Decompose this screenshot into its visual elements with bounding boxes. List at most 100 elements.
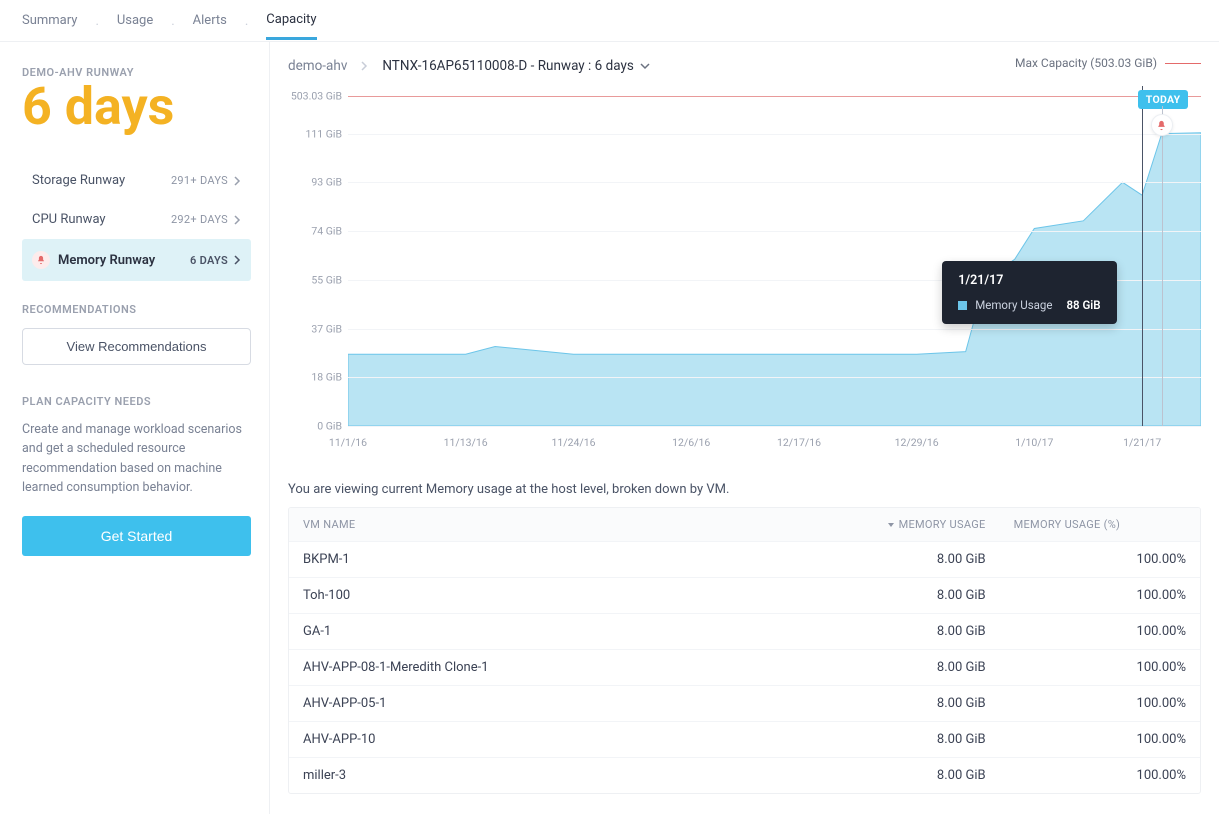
- view-recommendations-button[interactable]: View Recommendations: [22, 328, 251, 365]
- runway-label: CPU Runway: [32, 212, 106, 227]
- main-content: demo-ahv NTNX-16AP65110008-D - Runway : …: [270, 42, 1219, 814]
- plan-description: Create and manage workload scenarios and…: [22, 420, 251, 498]
- cell-vm-name: Toh-100: [289, 578, 799, 613]
- cell-memory-usage: 8.00 GiB: [799, 650, 999, 685]
- get-started-button[interactable]: Get Started: [22, 516, 251, 556]
- y-tick: 74 GiB: [311, 225, 342, 238]
- table-row[interactable]: miller-38.00 GiB100.00%: [289, 757, 1200, 793]
- gridline: [348, 231, 1201, 232]
- x-tick: 1/21/17: [1123, 436, 1161, 449]
- cell-memory-usage: 8.00 GiB: [799, 722, 999, 757]
- gridline: [348, 134, 1201, 135]
- chart-hover-line: [1142, 86, 1143, 426]
- tooltip-date: 1/21/17: [958, 273, 1100, 288]
- max-capacity-gridline: [348, 96, 1201, 97]
- max-capacity-label: Max Capacity (503.03 GiB): [1015, 56, 1201, 70]
- runway-row-cpu[interactable]: CPU Runway 292+ DAYS: [22, 200, 251, 239]
- memory-usage-chart: 503.03 GiB111 GiB93 GiB74 GiB55 GiB37 Gi…: [288, 86, 1201, 456]
- tab-usage[interactable]: Usage: [117, 13, 153, 38]
- runway-value: 6 DAYS: [190, 254, 228, 267]
- x-tick: 11/13/16: [444, 436, 488, 449]
- breadcrumb-cluster[interactable]: demo-ahv: [288, 58, 347, 74]
- chart-y-axis: 503.03 GiB111 GiB93 GiB74 GiB55 GiB37 Gi…: [288, 86, 348, 426]
- chart-plot[interactable]: 1/21/17 Memory Usage 88 GiB TODAY: [348, 86, 1201, 426]
- tooltip-series-label: Memory Usage: [975, 298, 1052, 312]
- vm-usage-table: VM NAME MEMORY USAGE MEMORY USAGE (%) BK…: [288, 507, 1201, 794]
- cell-memory-pct: 100.00%: [1000, 758, 1200, 793]
- breadcrumb-node-label: NTNX-16AP65110008-D - Runway : 6 days: [382, 58, 633, 74]
- table-row[interactable]: AHV-APP-08-1-Meredith Clone-18.00 GiB100…: [289, 649, 1200, 685]
- alert-bell-icon: [1151, 114, 1173, 136]
- cell-memory-usage: 8.00 GiB: [799, 578, 999, 613]
- cell-memory-pct: 100.00%: [1000, 614, 1200, 649]
- table-row[interactable]: BKPM-18.00 GiB100.00%: [289, 541, 1200, 577]
- chevron-right-icon: [234, 255, 241, 265]
- chevron-down-icon: [640, 63, 650, 70]
- cell-vm-name: AHV-APP-10: [289, 722, 799, 757]
- x-tick: 11/24/16: [551, 436, 595, 449]
- chart-tooltip: 1/21/17 Memory Usage 88 GiB: [942, 261, 1116, 324]
- y-tick: 0 GiB: [317, 420, 342, 433]
- chart-subtext: You are viewing current Memory usage at …: [288, 482, 1201, 497]
- tab-capacity[interactable]: Capacity: [266, 12, 316, 40]
- breadcrumb-node-dropdown[interactable]: NTNX-16AP65110008-D - Runway : 6 days: [382, 58, 649, 74]
- x-tick: 12/6/16: [672, 436, 710, 449]
- recommendations-heading: RECOMMENDATIONS: [22, 303, 251, 316]
- cell-vm-name: BKPM-1: [289, 542, 799, 577]
- cell-vm-name: AHV-APP-08-1-Meredith Clone-1: [289, 650, 799, 685]
- chevron-right-icon: [234, 215, 241, 225]
- today-line: [1162, 106, 1163, 426]
- runway-list: Storage Runway 291+ DAYS CPU Runway 292+…: [22, 161, 251, 281]
- max-capacity-line-icon: [1165, 63, 1201, 64]
- tab-summary[interactable]: Summary: [22, 13, 77, 38]
- runway-value: 291+ DAYS: [171, 174, 228, 187]
- th-memory-usage-pct[interactable]: MEMORY USAGE (%): [1000, 508, 1200, 541]
- th-memory-usage[interactable]: MEMORY USAGE: [799, 508, 999, 541]
- table-row[interactable]: Toh-1008.00 GiB100.00%: [289, 577, 1200, 613]
- cell-memory-pct: 100.00%: [1000, 722, 1200, 757]
- cell-memory-usage: 8.00 GiB: [799, 758, 999, 793]
- cell-memory-usage: 8.00 GiB: [799, 686, 999, 721]
- tooltip-value: 88 GiB: [1066, 298, 1100, 312]
- y-tick: 55 GiB: [311, 273, 342, 286]
- runway-headline: 6 days: [22, 81, 251, 133]
- table-row[interactable]: AHV-APP-108.00 GiB100.00%: [289, 721, 1200, 757]
- divider: ·: [95, 18, 98, 33]
- y-tick: 503.03 GiB: [291, 90, 342, 103]
- tab-alerts[interactable]: Alerts: [193, 13, 227, 38]
- sidebar: DEMO-AHV RUNWAY 6 days Storage Runway 29…: [0, 42, 270, 814]
- cell-memory-usage: 8.00 GiB: [799, 614, 999, 649]
- divider: ·: [171, 18, 174, 33]
- series-color-swatch: [958, 301, 967, 310]
- runway-row-memory[interactable]: Memory Runway 6 DAYS: [22, 239, 251, 281]
- table-row[interactable]: AHV-APP-05-18.00 GiB100.00%: [289, 685, 1200, 721]
- x-tick: 11/1/16: [329, 436, 367, 449]
- cell-memory-pct: 100.00%: [1000, 686, 1200, 721]
- y-tick: 93 GiB: [311, 176, 342, 189]
- y-tick: 18 GiB: [311, 371, 342, 384]
- cell-memory-pct: 100.00%: [1000, 578, 1200, 613]
- cell-vm-name: miller-3: [289, 758, 799, 793]
- chevron-right-icon: [361, 61, 368, 71]
- chart-x-axis: 11/1/1611/13/1611/24/1612/6/1612/17/1612…: [348, 436, 1201, 456]
- gridline: [348, 182, 1201, 183]
- chevron-right-icon: [234, 176, 241, 186]
- gridline: [348, 377, 1201, 378]
- x-tick: 12/17/16: [777, 436, 821, 449]
- table-header: VM NAME MEMORY USAGE MEMORY USAGE (%): [289, 508, 1200, 541]
- th-vm-name[interactable]: VM NAME: [289, 508, 799, 541]
- alert-bell-icon: [32, 251, 50, 269]
- table-row[interactable]: GA-18.00 GiB100.00%: [289, 613, 1200, 649]
- sort-desc-icon: [887, 521, 895, 529]
- chart-area: [348, 86, 1201, 426]
- runway-label: Storage Runway: [32, 173, 125, 188]
- gridline: [348, 329, 1201, 330]
- x-tick: 1/10/17: [1015, 436, 1053, 449]
- cell-vm-name: AHV-APP-05-1: [289, 686, 799, 721]
- divider: ·: [245, 18, 248, 33]
- runway-value: 292+ DAYS: [171, 213, 228, 226]
- runway-row-storage[interactable]: Storage Runway 291+ DAYS: [22, 161, 251, 200]
- today-flag: TODAY: [1138, 90, 1189, 109]
- plan-heading: PLAN CAPACITY NEEDS: [22, 395, 251, 408]
- cell-memory-pct: 100.00%: [1000, 542, 1200, 577]
